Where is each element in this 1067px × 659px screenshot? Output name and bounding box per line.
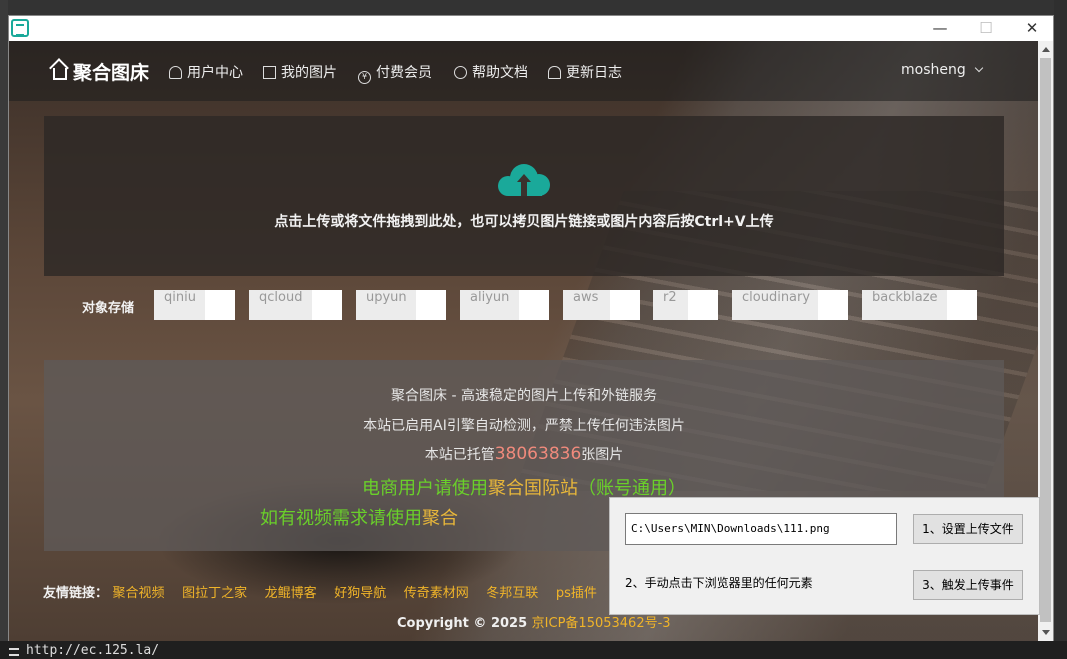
friend-link[interactable]: 传奇素材网 bbox=[404, 586, 469, 601]
nav-paid-membership[interactable]: ¥ 付费会员 bbox=[358, 62, 432, 84]
storage-option-aws[interactable]: aws bbox=[563, 290, 640, 320]
nav-label: 付费会员 bbox=[376, 65, 432, 81]
friend-link[interactable]: ps插件 bbox=[556, 586, 597, 601]
info-hosted-count: 本站已托管38063836张图片 bbox=[424, 444, 624, 464]
title-bar[interactable]: — ☐ ✕ bbox=[9, 16, 1053, 40]
friend-link[interactable]: 冬邦互联 bbox=[486, 586, 538, 601]
upload-hint: 点击上传或将文件拖拽到此处，也可以拷贝图片链接或图片内容后按Ctrl+V上传 bbox=[274, 214, 774, 230]
set-upload-file-button[interactable]: 1、设置上传文件 bbox=[913, 514, 1023, 544]
minimize-button[interactable]: — bbox=[917, 16, 963, 40]
info-icon bbox=[454, 66, 467, 79]
menu-icon bbox=[9, 648, 19, 656]
scroll-down-icon[interactable] bbox=[1042, 630, 1050, 635]
icp-link[interactable]: 京ICP备15053462号-3 bbox=[532, 616, 671, 631]
user-menu[interactable]: mosheng bbox=[901, 62, 983, 78]
desktop-top-strip bbox=[0, 0, 1067, 15]
storage-option-qiniu[interactable]: qiniu bbox=[154, 290, 235, 320]
upload-helper-panel: C:\Users\MIN\Downloads\111.png 1、设置上传文件 … bbox=[609, 497, 1040, 615]
friend-links-label: 友情链接： bbox=[43, 586, 109, 601]
desktop-right-strip bbox=[1054, 0, 1067, 641]
statusbar-url[interactable]: http://ec.125.la/ bbox=[26, 643, 159, 658]
nav-label: 更新日志 bbox=[566, 65, 622, 81]
trigger-upload-button[interactable]: 3、触发上传事件 bbox=[913, 570, 1023, 600]
friend-link[interactable]: 聚合视频 bbox=[113, 586, 165, 601]
nav-my-images[interactable]: 我的图片 bbox=[263, 62, 337, 82]
username: mosheng bbox=[901, 62, 966, 78]
friend-link[interactable]: 好狗导航 bbox=[334, 586, 386, 601]
storage-label: 对象存储 bbox=[82, 301, 135, 316]
desktop-bottom-strip: http://ec.125.la/ bbox=[0, 641, 1067, 659]
site-brand[interactable]: 聚合图床 bbox=[53, 58, 149, 85]
friend-links: 友情链接： 聚合视频 图拉丁之家 龙鲲博客 好狗导航 传奇素材网 冬邦互联 ps… bbox=[43, 582, 610, 601]
file-path-input[interactable]: C:\Users\MIN\Downloads\111.png bbox=[625, 513, 897, 545]
bell-icon bbox=[548, 66, 561, 79]
nav-label: 我的图片 bbox=[281, 65, 337, 81]
home-icon bbox=[53, 68, 67, 80]
close-button[interactable]: ✕ bbox=[1009, 16, 1055, 40]
click-instruction: 2、手动点击下浏览器里的任何元素 bbox=[625, 576, 813, 590]
image-count: 38063836 bbox=[494, 444, 582, 464]
scroll-up-icon[interactable] bbox=[1042, 47, 1050, 52]
desktop-left-strip bbox=[0, 0, 8, 659]
user-icon bbox=[169, 66, 182, 79]
chevron-down-icon bbox=[974, 63, 983, 73]
storage-option-upyun[interactable]: upyun bbox=[356, 290, 446, 320]
link-video-site[interactable]: 聚合 bbox=[422, 508, 458, 529]
cloud-upload-icon bbox=[498, 162, 550, 198]
storage-option-backblaze[interactable]: backblaze bbox=[862, 290, 977, 320]
info-ai-notice: 本站已启用AI引擎自动检测，严禁上传任何违法图片 bbox=[363, 418, 685, 434]
app-icon bbox=[11, 19, 29, 37]
friend-link[interactable]: 龙鲲博客 bbox=[265, 586, 317, 601]
vertical-scrollbar[interactable] bbox=[1038, 41, 1053, 641]
image-icon bbox=[263, 66, 276, 79]
friend-link[interactable]: 图拉丁之家 bbox=[182, 586, 247, 601]
storage-option-aliyun[interactable]: aliyun bbox=[460, 290, 549, 320]
info-tagline: 聚合图床 - 高速稳定的图片上传和外链服务 bbox=[391, 388, 657, 404]
nav-user-center[interactable]: 用户中心 bbox=[169, 62, 243, 82]
link-international-site[interactable]: 聚合国际站 bbox=[488, 478, 578, 499]
site-navbar: 聚合图床 用户中心 我的图片 ¥ 付费会员 帮助文档 更新日志 mosheng bbox=[9, 41, 1038, 101]
brand-label: 聚合图床 bbox=[73, 62, 150, 84]
storage-option-qcloud[interactable]: qcloud bbox=[249, 290, 342, 320]
scroll-thumb[interactable] bbox=[1040, 58, 1051, 622]
storage-option-r2[interactable]: r2 bbox=[653, 290, 718, 320]
nav-label: 帮助文档 bbox=[472, 65, 528, 81]
maximize-button[interactable]: ☐ bbox=[963, 16, 1009, 40]
nav-label: 用户中心 bbox=[187, 65, 243, 81]
storage-option-cloudinary[interactable]: cloudinary bbox=[732, 290, 848, 320]
nav-changelog[interactable]: 更新日志 bbox=[548, 62, 622, 82]
nav-help-docs[interactable]: 帮助文档 bbox=[454, 62, 528, 82]
yen-icon: ¥ bbox=[358, 71, 371, 84]
upload-dropzone[interactable]: 点击上传或将文件拖拽到此处，也可以拷贝图片链接或图片内容后按Ctrl+V上传 bbox=[44, 116, 1004, 276]
